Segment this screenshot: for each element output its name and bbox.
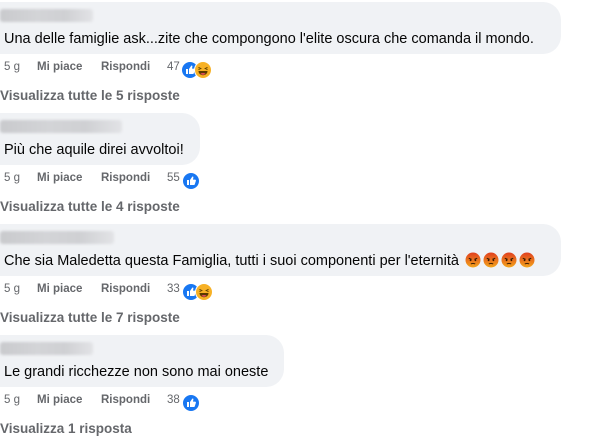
comment-text-content: Che sia Maledetta questa Famiglia, tutti…	[4, 253, 459, 269]
view-replies-link[interactable]: Visualizza tutte le 7 risposte	[0, 310, 180, 325]
author-name-redacted[interactable]	[0, 342, 93, 355]
angry-emoji-icon	[501, 252, 517, 268]
comment-text: Più che aquile direi avvoltoi!	[4, 142, 184, 158]
angry-emoji-icon	[465, 252, 481, 268]
comment-bubble: Più che aquile direi avvoltoi!	[0, 113, 200, 165]
reply-button[interactable]: Rispondi	[101, 61, 150, 73]
haha-icon	[195, 283, 213, 301]
angry-emoji-icon	[483, 252, 499, 268]
view-replies-link[interactable]: Visualizza tutte le 4 risposte	[0, 199, 180, 214]
comment-actions: 5 g Mi piace Rispondi 38	[0, 394, 230, 412]
like-button[interactable]: Mi piace	[37, 61, 82, 73]
angry-emoji-icon	[519, 252, 535, 268]
like-icon	[182, 172, 200, 190]
comment-time[interactable]: 5 g	[4, 61, 20, 73]
author-name-redacted[interactable]	[0, 9, 93, 22]
reaction-count[interactable]: 47	[167, 61, 180, 73]
like-button[interactable]: Mi piace	[37, 283, 82, 295]
comment-bubble: Le grandi ricchezze non sono mai oneste	[0, 335, 284, 387]
reply-button[interactable]: Rispondi	[101, 283, 150, 295]
comment-text: Una delle famiglie ask...zite che compon…	[4, 31, 534, 47]
like-button[interactable]: Mi piace	[37, 172, 82, 184]
like-button[interactable]: Mi piace	[37, 394, 82, 406]
comment-actions: 5 g Mi piace Rispondi 47	[0, 61, 230, 79]
comment-time[interactable]: 5 g	[4, 394, 20, 406]
reaction-count[interactable]: 55	[167, 172, 180, 184]
reaction-count[interactable]: 33	[167, 283, 180, 295]
comment-actions: 5 g Mi piace Rispondi 55	[0, 172, 230, 190]
view-replies-link[interactable]: Visualizza tutte le 5 risposte	[0, 88, 180, 103]
comment-bubble: Che sia Maledetta questa Famiglia, tutti…	[0, 224, 561, 276]
comment-actions: 5 g Mi piace Rispondi 33	[0, 283, 230, 301]
like-icon	[182, 394, 200, 412]
comment-time[interactable]: 5 g	[4, 172, 20, 184]
reply-button[interactable]: Rispondi	[101, 172, 150, 184]
comment-text: Che sia Maledetta questa Famiglia, tutti…	[4, 252, 537, 273]
view-replies-link[interactable]: Visualizza 1 risposta	[0, 421, 132, 436]
author-name-redacted[interactable]	[0, 231, 114, 244]
author-name-redacted[interactable]	[0, 120, 122, 133]
reply-button[interactable]: Rispondi	[101, 394, 150, 406]
comment-time[interactable]: 5 g	[4, 283, 20, 295]
angry-emoji-row	[465, 252, 537, 273]
haha-icon	[194, 61, 212, 79]
reaction-count[interactable]: 38	[167, 394, 180, 406]
comment-bubble: Una delle famiglie ask...zite che compon…	[0, 2, 561, 54]
comment-list: Una delle famiglie ask...zite che compon…	[0, 0, 602, 441]
comment-text: Le grandi ricchezze non sono mai oneste	[4, 364, 269, 380]
